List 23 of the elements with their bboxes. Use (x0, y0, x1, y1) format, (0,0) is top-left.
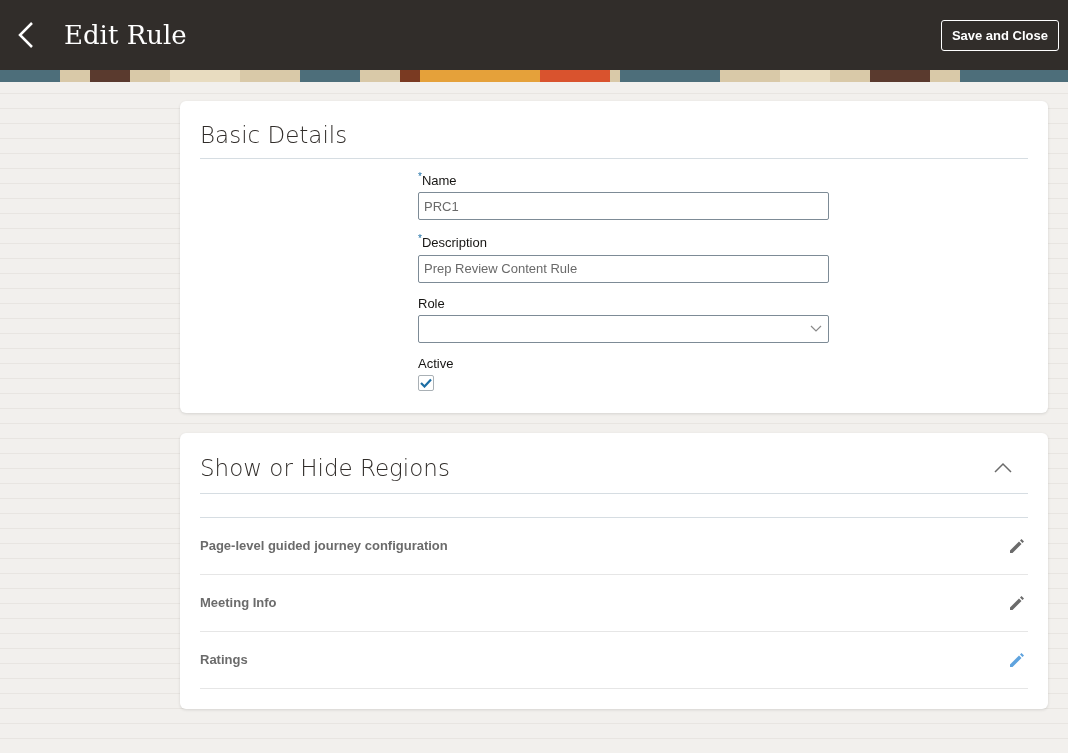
field-label: Role (418, 295, 445, 311)
section-title: Show or Hide Regions (200, 454, 450, 481)
chevron-up-icon[interactable] (994, 461, 1012, 474)
field-label: Active (418, 355, 454, 371)
chevron-down-icon[interactable] (810, 324, 822, 333)
required-mark: * (418, 233, 422, 245)
dropdown-field[interactable] (418, 314, 829, 343)
region-name: Meeting Info (200, 595, 277, 611)
back-icon[interactable] (16, 21, 36, 49)
edit-icon[interactable] (1008, 593, 1026, 612)
field-label: Description (421, 235, 487, 251)
field-label: Name (421, 173, 457, 189)
section-title: Basic Details (200, 101, 1028, 159)
region-name: Page-level guided journey configuration (200, 538, 448, 554)
save-and-close-button[interactable]: Save and Close (940, 19, 1059, 51)
edit-icon[interactable] (1008, 536, 1026, 555)
text-field[interactable]: Prep Review Content Rule (418, 254, 829, 283)
region-name: Ratings (200, 652, 248, 668)
text-field[interactable]: PRC1 (418, 192, 829, 221)
required-mark: * (418, 171, 422, 182)
checkbox[interactable] (418, 374, 434, 391)
page-title: Edit Rule (64, 20, 188, 50)
edit-icon[interactable] (1008, 650, 1026, 669)
